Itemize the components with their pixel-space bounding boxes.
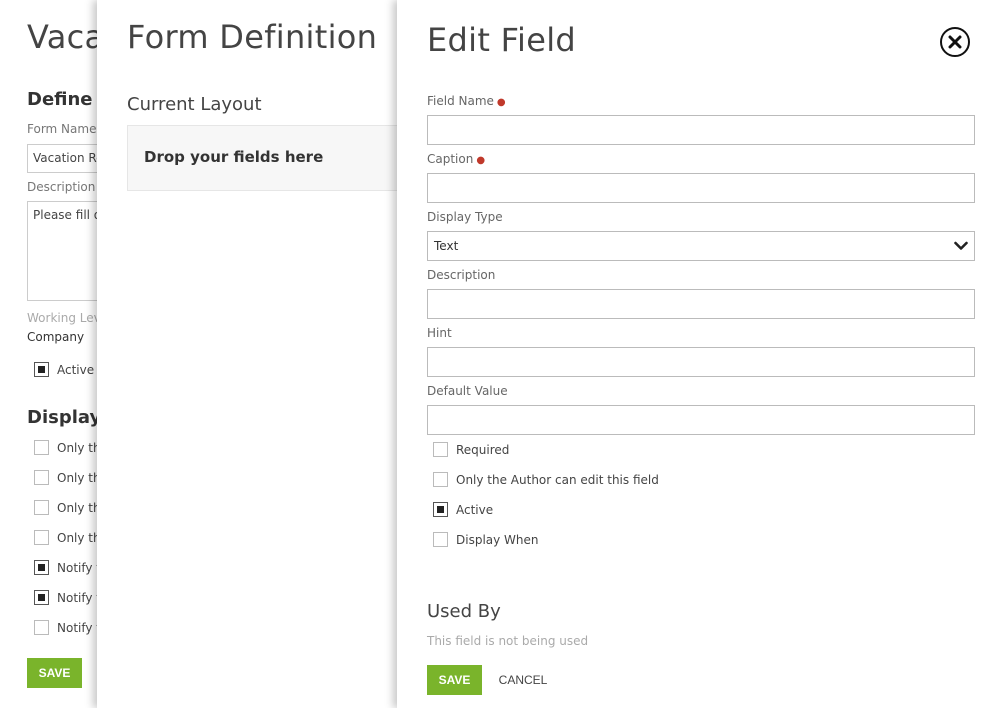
- save-form-button[interactable]: SAVE: [27, 658, 82, 688]
- description-label: Description: [427, 268, 496, 282]
- description-input[interactable]: [427, 289, 975, 319]
- active-label: Active: [57, 362, 95, 377]
- hint-input[interactable]: [427, 347, 975, 377]
- used-by-text: This field is not being used: [427, 634, 589, 648]
- hint-label: Hint: [427, 326, 452, 340]
- active-checkbox[interactable]: [433, 502, 448, 517]
- field-name-label: Field Name ●: [427, 94, 506, 108]
- notify-option-checkbox[interactable]: [34, 560, 49, 575]
- save-field-button[interactable]: SAVE: [427, 665, 482, 695]
- required-indicator-icon: ●: [476, 155, 486, 166]
- current-layout-heading: Current Layout: [127, 94, 262, 115]
- active-checkbox[interactable]: [34, 362, 49, 377]
- display-type-value: Text: [434, 239, 459, 253]
- display-option-checkbox[interactable]: [34, 440, 49, 455]
- chevron-down-icon: [954, 241, 968, 250]
- active-checkbox-row[interactable]: Active: [34, 362, 94, 377]
- active-checkbox-label: Active: [456, 502, 494, 517]
- active-checkbox-row[interactable]: Active: [433, 502, 493, 517]
- display-when-checkbox[interactable]: [433, 532, 448, 547]
- required-checkbox-row[interactable]: Required: [433, 442, 509, 457]
- default-value-label: Default Value: [427, 384, 508, 398]
- form-name-label: Form Name: [27, 122, 97, 136]
- display-when-checkbox-label: Display When: [456, 532, 539, 547]
- author-only-checkbox[interactable]: [433, 472, 448, 487]
- field-name-input[interactable]: [427, 115, 975, 145]
- display-option-checkbox[interactable]: [34, 470, 49, 485]
- working-level-value: Company: [27, 330, 85, 344]
- dropzone-text: Drop your fields here: [144, 148, 324, 166]
- edit-field-title: Edit Field: [427, 21, 576, 59]
- display-type-label: Display Type: [427, 210, 503, 224]
- display-when-checkbox-row[interactable]: Display When: [433, 532, 539, 547]
- used-by-heading: Used By: [427, 601, 501, 622]
- required-checkbox-label: Required: [456, 442, 510, 457]
- display-type-select[interactable]: Text: [427, 231, 975, 261]
- cancel-button[interactable]: CANCEL: [495, 665, 551, 695]
- author-only-checkbox-row[interactable]: Only the Author can edit this field: [433, 472, 659, 487]
- required-indicator-icon: ●: [496, 97, 506, 108]
- close-icon: [948, 35, 962, 49]
- display-heading: Display: [27, 407, 102, 428]
- required-checkbox[interactable]: [433, 442, 448, 457]
- author-only-checkbox-label: Only the Author can edit this field: [456, 472, 659, 487]
- display-option-checkbox[interactable]: [34, 530, 49, 545]
- form-definition-title: Form Definition: [127, 18, 378, 56]
- notify-option-checkbox[interactable]: [34, 590, 49, 605]
- edit-field-panel: Edit Field Field Name ● Caption ● Display …: [397, 0, 989, 708]
- display-option-checkbox[interactable]: [34, 500, 49, 515]
- caption-input[interactable]: [427, 173, 975, 203]
- close-button[interactable]: [940, 27, 970, 57]
- caption-label: Caption ●: [427, 152, 486, 166]
- description-label: Description: [27, 180, 96, 194]
- notify-option-checkbox[interactable]: [34, 620, 49, 635]
- field-dropzone[interactable]: Drop your fields here: [127, 125, 427, 191]
- default-value-input[interactable]: [427, 405, 975, 435]
